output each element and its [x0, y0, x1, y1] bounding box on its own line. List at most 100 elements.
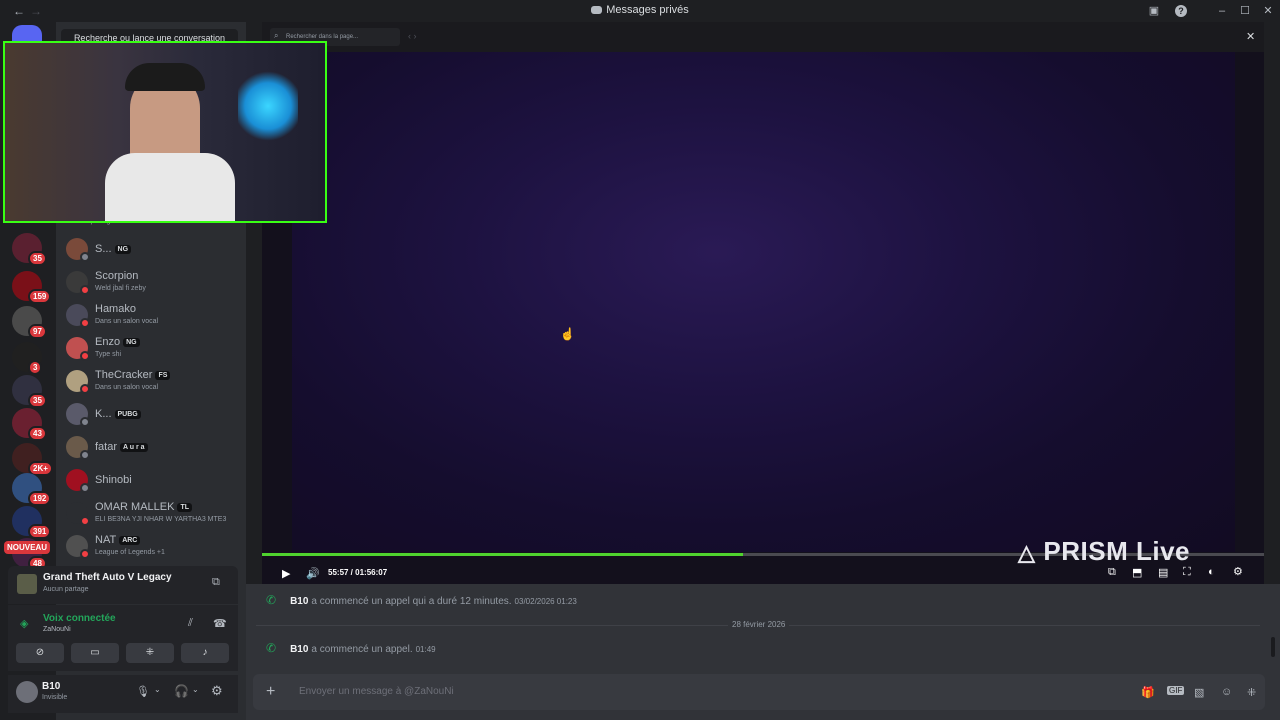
avatar [66, 271, 90, 295]
prism-watermark-text: PRISM Live [1043, 536, 1191, 566]
theater-icon[interactable]: ▤ [1158, 566, 1168, 579]
add-attachment-icon[interactable]: + [266, 683, 275, 701]
dm-item[interactable]: fatar A u r a [62, 433, 240, 463]
status-dot [80, 351, 90, 361]
dm-name-text: Shinobi [95, 474, 132, 486]
voice-status[interactable]: Voix connectée [43, 613, 116, 624]
chevron-down-icon[interactable]: ⌄ [192, 685, 199, 694]
server-icon[interactable]: 97 [12, 306, 47, 339]
microphone-icon[interactable]: 🎙 [136, 685, 150, 698]
camera-off-button[interactable]: ⊘ [16, 643, 64, 663]
volume-icon[interactable]: 🔊 [306, 567, 320, 580]
apps-icon[interactable]: ⁜ [1247, 686, 1256, 699]
dm-name-text: S... [95, 243, 112, 255]
help-icon[interactable]: ? [1175, 5, 1187, 17]
server-icon[interactable]: 391 [12, 506, 52, 539]
inbox-icon[interactable]: ▣ [1146, 3, 1162, 19]
settings-icon[interactable]: ⚙ [1233, 565, 1243, 578]
minimize-icon[interactable]: – [1214, 3, 1230, 19]
status-dot [80, 285, 90, 295]
soundboard-button[interactable]: ♪ [181, 643, 229, 663]
video-frame[interactable] [292, 52, 1235, 552]
noise-suppression-icon[interactable]: ⫽ [188, 617, 193, 630]
chat-scrollbar[interactable] [1271, 637, 1275, 657]
prev-result-icon[interactable]: ‹ › [408, 31, 417, 41]
pip-icon[interactable]: ⧉ [1108, 566, 1116, 579]
status-dot [80, 483, 90, 493]
close-window-icon[interactable]: ✕ [1260, 3, 1276, 19]
dm-item[interactable]: Scorpion Weld jbal fi zeby [62, 268, 240, 298]
user-panel: B10 Invisible 🎙 ⌄ 🎧 ⌄ ⚙ [8, 675, 238, 713]
server-icon[interactable]: 35 [12, 375, 47, 408]
avatar [66, 238, 90, 262]
prism-watermark: △ PRISM Live [1018, 536, 1190, 567]
title-bar: ← → Messages privés ▣ ? – ☐ ✕ [0, 0, 1280, 22]
stream-game-icon[interactable]: ⧉ [212, 576, 220, 589]
gif-icon[interactable]: GIF [1167, 686, 1185, 695]
game-sub: Aucun partage [43, 586, 89, 593]
status-dot [80, 252, 90, 262]
mention-badge: 192 [28, 491, 52, 506]
message-timestamp: 01:49 [415, 645, 436, 654]
dm-item[interactable]: K... PUBG [62, 400, 240, 430]
dm-name-text: OMAR MALLEK [95, 501, 175, 513]
mention-badge: 391 [28, 524, 52, 539]
gear-icon[interactable]: ⚙ [211, 683, 223, 699]
avatar [66, 304, 90, 328]
server-icon[interactable]: 43 [12, 408, 47, 441]
play-icon[interactable]: ▶ [282, 567, 290, 580]
dm-item[interactable]: S... NG [62, 235, 240, 265]
avatar [66, 436, 90, 460]
avatar [66, 370, 90, 394]
dm-item[interactable]: OMAR MALLEK TL ELI BE3NA YJI NHAR W YARTHA… [62, 499, 240, 529]
mention-badge: 43 [28, 426, 47, 441]
server-icon[interactable]: 2K+ [12, 443, 53, 476]
cursor-hand-icon: ☝ [560, 327, 575, 341]
message-author[interactable]: B10 [290, 596, 308, 607]
status-dot [80, 417, 90, 427]
maximize-icon[interactable]: ☐ [1237, 3, 1253, 19]
chevron-down-icon[interactable]: ⌄ [154, 685, 161, 694]
fullscreen-icon[interactable]: ⛶ [1183, 566, 1191, 579]
headphones-icon[interactable]: 🎧 [174, 684, 189, 698]
server-icon[interactable]: 35 [12, 233, 47, 266]
clan-tag: PUBG [114, 409, 141, 419]
message-input[interactable]: Envoyer un message à @ZaNouNi [299, 686, 454, 697]
phone-icon: ✆ [266, 641, 277, 655]
server-icon[interactable]: 192 [12, 473, 52, 506]
share-screen-button[interactable]: ▭ [71, 643, 119, 663]
status-dot [80, 516, 90, 526]
dm-item[interactable]: Hamako Dans un salon vocal [62, 301, 240, 331]
emoji-icon[interactable]: ☺ [1221, 686, 1232, 698]
dm-name-text: Scorpion [95, 270, 139, 282]
status-dot [80, 549, 90, 559]
dm-activity: Dans un salon vocal [95, 384, 159, 391]
dm-item[interactable]: TheCracker FS Dans un salon vocal [62, 367, 240, 397]
voice-channel[interactable]: ZaNouNi [43, 626, 71, 633]
search-icon: ⌕ [274, 31, 279, 40]
mention-badge: 35 [28, 393, 47, 408]
sticker-icon[interactable]: ▧ [1194, 686, 1204, 699]
close-viewer-icon[interactable]: ✕ [1246, 30, 1255, 43]
clan-tag: ARC [119, 535, 141, 545]
streamer-shirt [105, 153, 235, 221]
server-icon[interactable]: 3 [12, 342, 43, 375]
prism-logo-icon: △ [1018, 540, 1036, 565]
speed-icon[interactable]: ◐ [1208, 566, 1215, 578]
dm-item[interactable]: Enzo NG Type shi [62, 334, 240, 364]
system-message: ✆ B10 a commencé un appel. 01:49 [266, 641, 436, 655]
avatar [66, 337, 90, 361]
user-status: Invisible [42, 694, 68, 701]
popout-icon[interactable]: ⬒ [1132, 566, 1142, 579]
dm-item[interactable]: Shinobi [62, 466, 240, 496]
disconnect-icon[interactable]: ☎ [213, 617, 227, 630]
message-author[interactable]: B10 [290, 644, 308, 655]
dm-name: K... PUBG [95, 408, 141, 420]
gift-icon[interactable]: 🎁 [1141, 686, 1155, 699]
dm-name: NAT ARC [95, 534, 141, 546]
avatar[interactable] [16, 681, 38, 703]
activities-button[interactable]: ⁜ [126, 643, 174, 663]
server-icon[interactable]: 159 [12, 271, 52, 304]
dm-item[interactable]: NAT ARC League of Legends +1 [62, 532, 240, 562]
clan-tag: NG [114, 244, 132, 254]
